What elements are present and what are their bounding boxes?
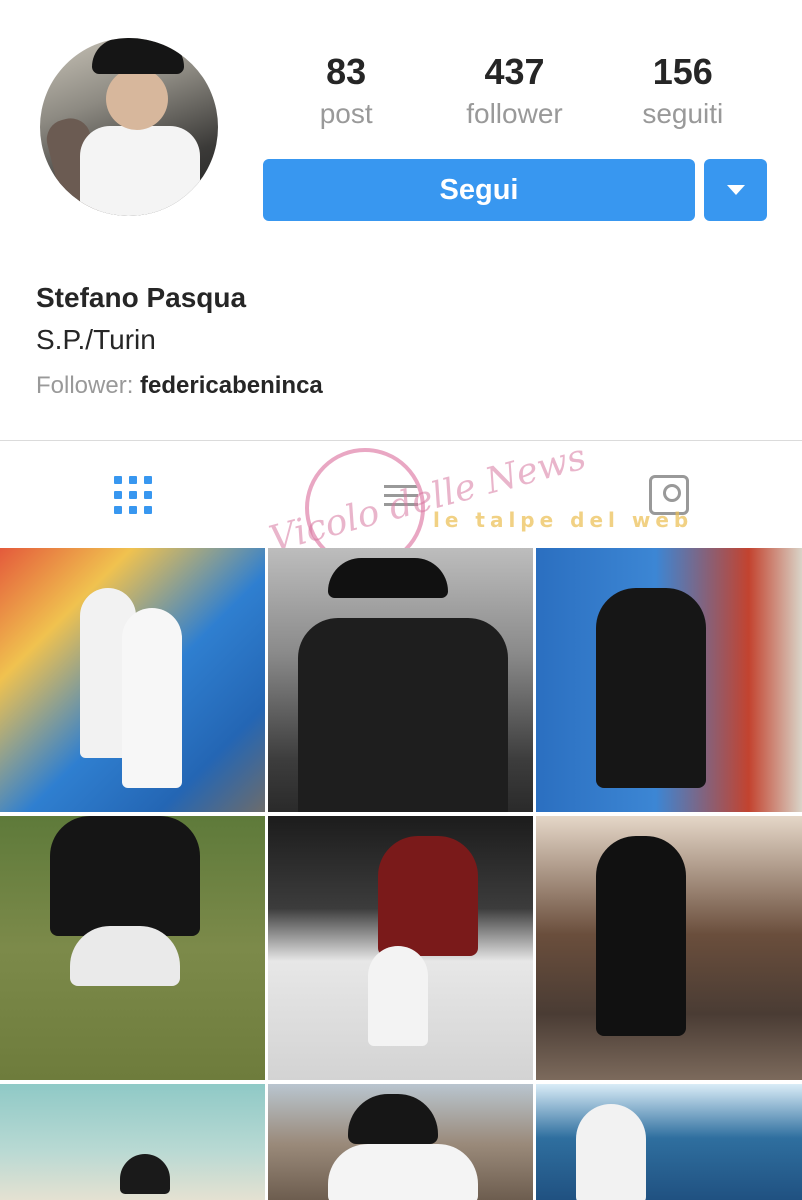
stat-posts[interactable]: 83 post bbox=[266, 50, 426, 146]
photo-grid bbox=[0, 548, 802, 1200]
stat-following-value: 156 bbox=[652, 51, 713, 92]
followed-by-user[interactable]: federicabeninca bbox=[140, 372, 323, 399]
avatar[interactable] bbox=[40, 38, 218, 216]
profile-name: Stefano Pasqua bbox=[36, 282, 247, 313]
photo-thumbnail[interactable] bbox=[0, 548, 265, 812]
tab-grid[interactable] bbox=[109, 471, 157, 519]
grid-icon bbox=[114, 476, 152, 514]
followed-by-label: Follower: bbox=[36, 372, 134, 399]
photo-thumbnail[interactable] bbox=[536, 816, 802, 1080]
stat-following[interactable]: 156 seguiti bbox=[603, 50, 763, 146]
profile-stats: 83 post 437 follower 156 seguiti bbox=[262, 50, 767, 146]
avatar-face bbox=[106, 68, 168, 130]
tab-list[interactable] bbox=[377, 471, 425, 519]
suggested-dropdown-button[interactable] bbox=[704, 159, 767, 221]
avatar-shirt bbox=[80, 126, 200, 216]
stat-following-label: seguiti bbox=[642, 98, 724, 129]
photo-thumbnail[interactable] bbox=[268, 816, 533, 1080]
photo-thumbnail[interactable] bbox=[0, 816, 265, 1080]
profile-location: S.P./Turin bbox=[36, 324, 156, 355]
stat-followers[interactable]: 437 follower bbox=[434, 50, 594, 146]
photo-thumbnail[interactable] bbox=[268, 1084, 533, 1200]
profile-header: 83 post 437 follower 156 seguiti Segui S… bbox=[0, 0, 802, 440]
list-icon bbox=[384, 479, 418, 512]
photo-thumbnail[interactable] bbox=[268, 548, 533, 812]
tagged-icon bbox=[649, 475, 689, 515]
tab-tagged[interactable] bbox=[645, 471, 693, 519]
stat-posts-value: 83 bbox=[326, 51, 367, 92]
photo-thumbnail[interactable] bbox=[536, 548, 802, 812]
view-tabs bbox=[0, 441, 802, 547]
avatar-cap bbox=[92, 38, 184, 74]
stat-posts-label: post bbox=[319, 98, 373, 129]
triangle-down-icon bbox=[726, 185, 745, 195]
photo-thumbnail[interactable] bbox=[0, 1084, 265, 1200]
follow-button[interactable]: Segui bbox=[263, 159, 695, 221]
stat-followers-value: 437 bbox=[484, 51, 545, 92]
photo-thumbnail[interactable] bbox=[536, 1084, 802, 1200]
stat-followers-label: follower bbox=[466, 98, 563, 129]
profile-bio: Stefano Pasqua S.P./Turin Follower: fede… bbox=[36, 280, 776, 404]
followed-by: Follower: federicabeninca bbox=[36, 368, 776, 404]
